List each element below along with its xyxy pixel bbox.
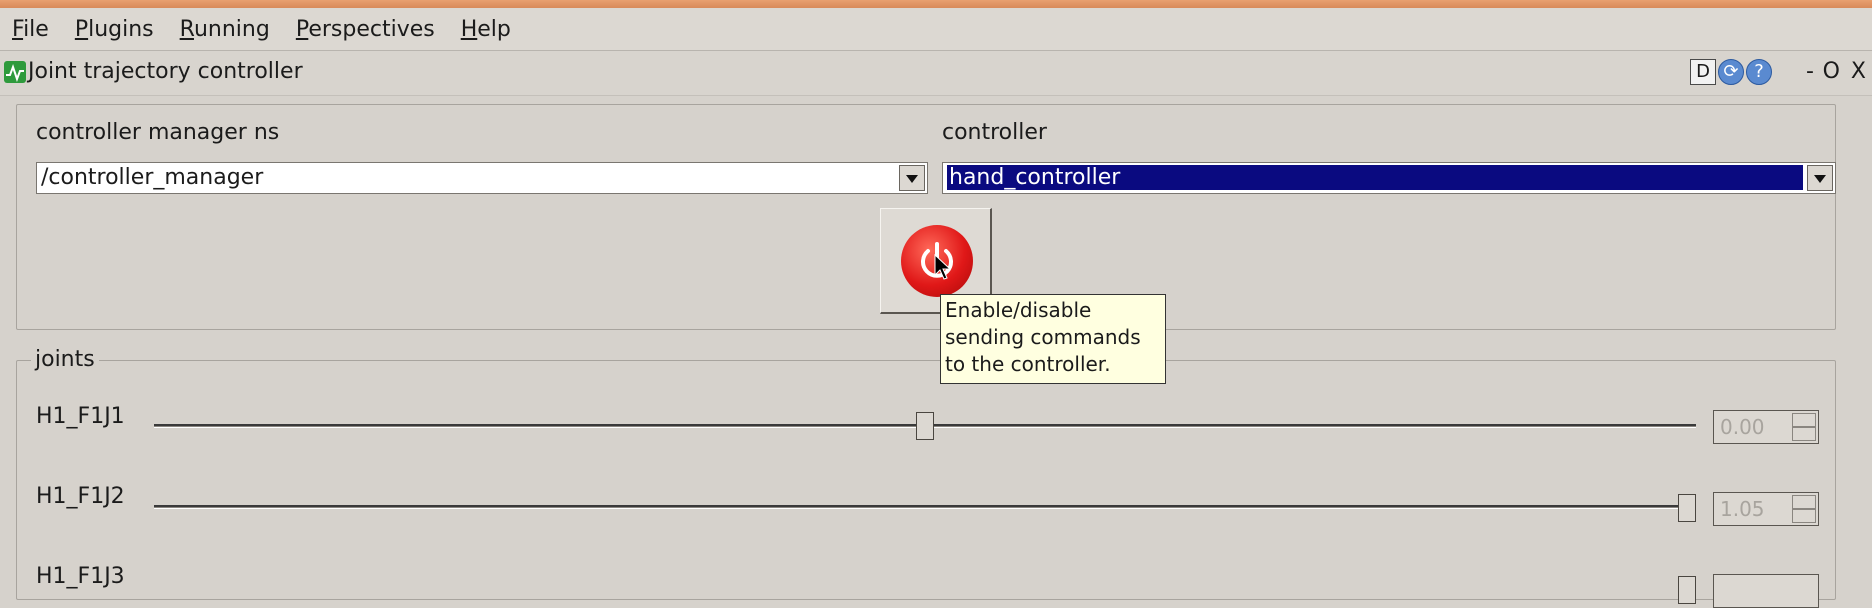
controller-label: controller — [942, 120, 1047, 145]
menu-running[interactable]: Running — [180, 17, 270, 42]
plugin-header: Joint trajectory controller D ⟳ ? - O X — [0, 51, 1872, 96]
menu-plugins[interactable]: Plugins — [75, 17, 154, 42]
tooltip: Enable/disable sending commands to the c… — [940, 294, 1166, 384]
chevron-down-icon[interactable] — [899, 165, 925, 191]
joints-legend: joints — [31, 347, 99, 372]
controller-combobox-value: hand_controller — [947, 165, 1803, 190]
joint-value-spinbox[interactable]: 1.05 — [1713, 492, 1819, 526]
dock-button[interactable]: D — [1690, 59, 1716, 85]
slider-handle[interactable] — [1678, 494, 1696, 522]
ns-combobox-value: /controller_manager — [41, 165, 264, 190]
menu-help[interactable]: Help — [461, 17, 511, 42]
window-titlebar — [0, 0, 1872, 8]
joint-value: 0.00 — [1720, 415, 1765, 439]
slider-handle[interactable] — [916, 412, 934, 440]
mouse-cursor-icon — [934, 254, 952, 280]
joint-slider[interactable] — [154, 505, 1696, 509]
help-icon[interactable]: ? — [1746, 59, 1772, 85]
plugin-header-buttons: D ⟳ ? — [1690, 59, 1772, 85]
joint-value-spinbox[interactable]: 0.00 — [1713, 410, 1819, 444]
menu-file[interactable]: File — [12, 17, 49, 42]
tooltip-line: sending commands — [945, 325, 1141, 349]
spin-up-icon[interactable] — [1792, 495, 1816, 509]
joint-value-spinbox[interactable] — [1713, 574, 1819, 608]
joint-label: H1_F1J2 — [36, 484, 125, 509]
menubar: File Plugins Running Perspectives Help — [0, 8, 1872, 51]
reload-icon[interactable]: ⟳ — [1718, 59, 1744, 85]
tooltip-line: to the controller. — [945, 352, 1111, 376]
slider-handle[interactable] — [1678, 576, 1696, 604]
ns-label: controller manager ns — [36, 120, 280, 145]
maximize-button[interactable]: O — [1823, 59, 1840, 84]
controller-combobox[interactable]: hand_controller — [942, 162, 1836, 194]
joints-group: joints — [16, 347, 1836, 600]
plugin-icon — [4, 61, 26, 83]
chevron-down-icon[interactable] — [1807, 165, 1833, 191]
joint-value: 1.05 — [1720, 497, 1765, 521]
close-button[interactable]: X — [1851, 59, 1866, 84]
spin-down-icon[interactable] — [1792, 427, 1816, 441]
spin-up-icon[interactable] — [1792, 413, 1816, 427]
tooltip-line: Enable/disable — [945, 298, 1092, 322]
joint-label: H1_F1J1 — [36, 404, 125, 429]
spin-down-icon[interactable] — [1792, 509, 1816, 523]
ns-combobox[interactable]: /controller_manager — [36, 162, 928, 194]
joint-label: H1_F1J3 — [36, 564, 125, 589]
minimize-button[interactable]: - — [1806, 59, 1814, 84]
plugin-title: Joint trajectory controller — [28, 59, 303, 84]
menu-perspectives[interactable]: Perspectives — [296, 17, 435, 42]
